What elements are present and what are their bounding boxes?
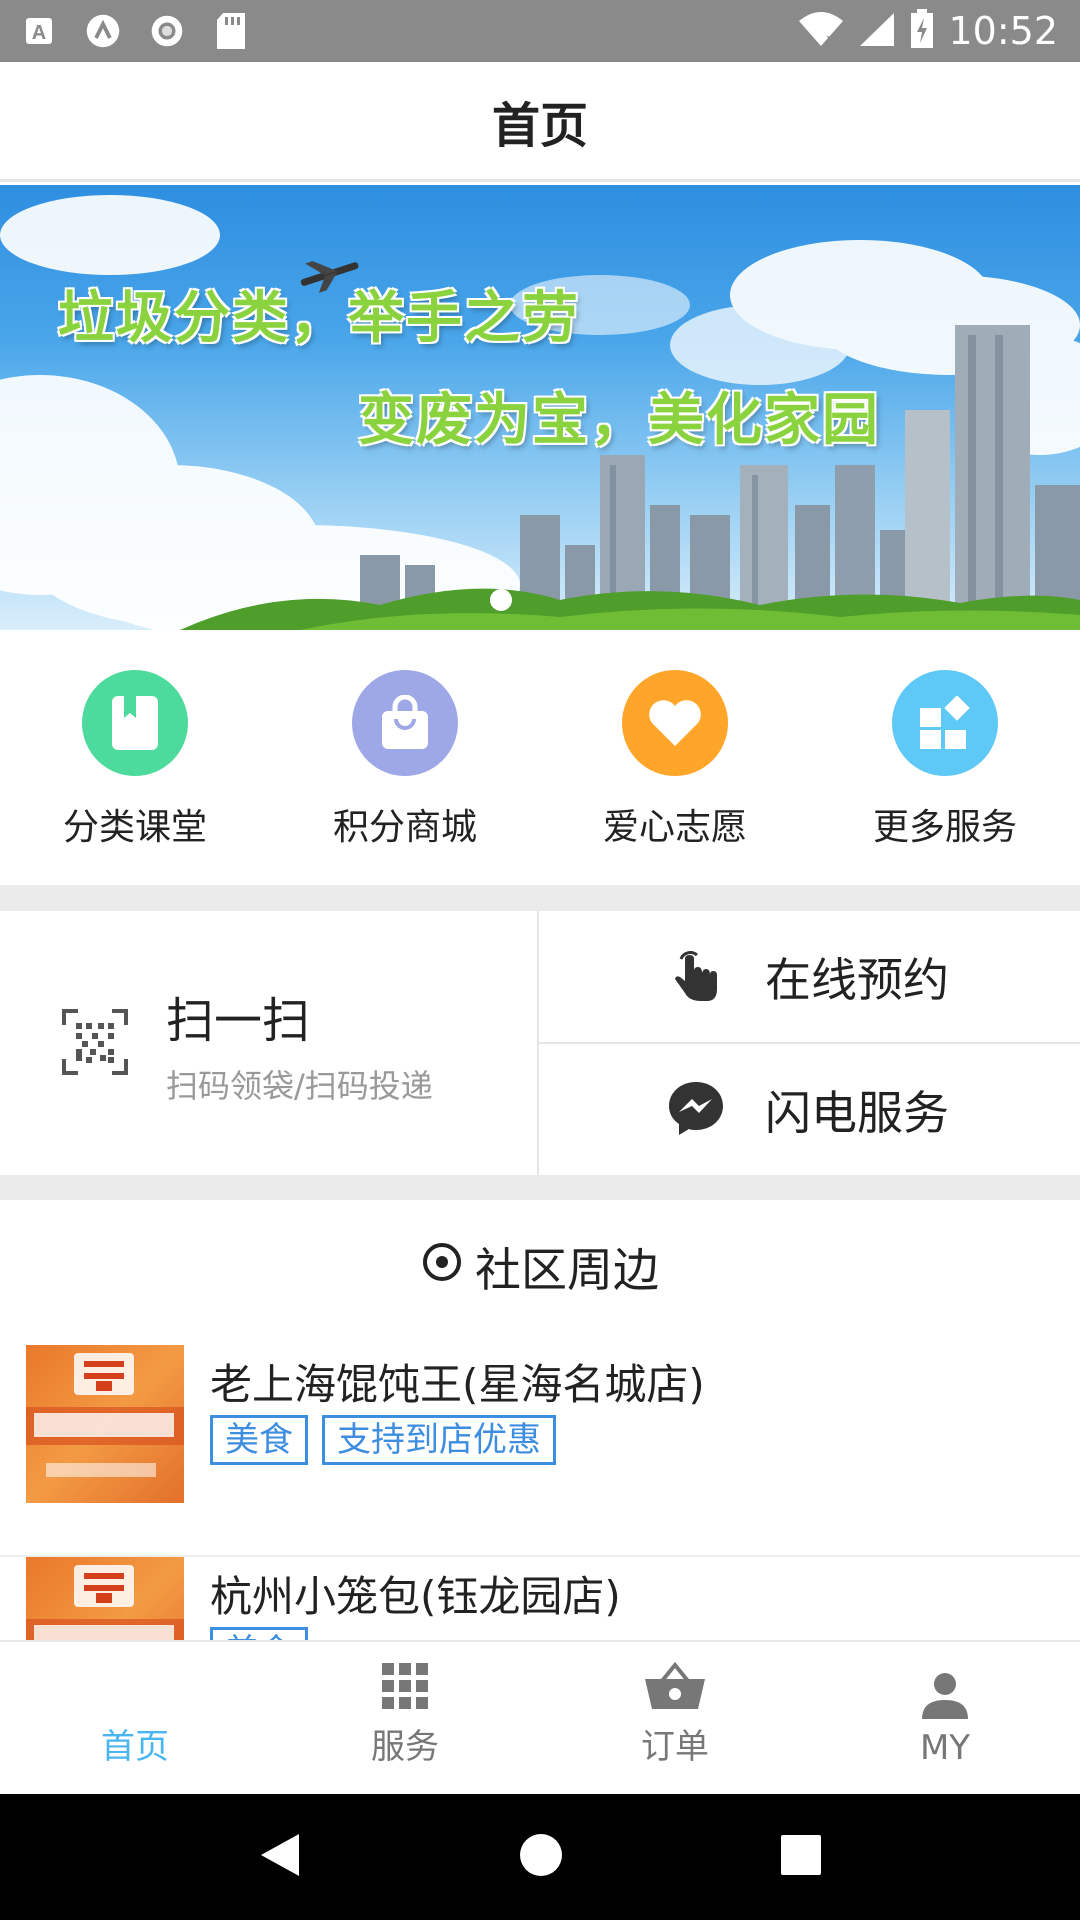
shop-item[interactable]: 老上海馄饨王(星海名城店) 美食 支持到店优惠	[0, 1345, 1080, 1557]
online-booking-label: 在线预约	[765, 952, 949, 1007]
tab-label: MY	[919, 1728, 971, 1768]
grid-icon	[380, 1661, 430, 1715]
touch-icon	[667, 945, 727, 1009]
battery-icon	[910, 9, 934, 53]
shop-thumbnail	[26, 1345, 184, 1503]
back-icon[interactable]	[259, 1832, 301, 1882]
flash-service-button[interactable]: 闪电服务	[539, 1042, 1080, 1175]
qr-code-icon	[62, 1009, 128, 1079]
quick-menu: 分类课堂 积分商城 爱心志愿 更多服务	[0, 630, 1080, 885]
community-title: 社区周边	[475, 1243, 659, 1297]
tab-label: 首页	[101, 1727, 169, 1767]
quick-item-label: 积分商城	[332, 807, 477, 848]
recents-icon[interactable]	[781, 1835, 821, 1879]
action-panel: 扫一扫 扫码领袋/扫码投递 在线预约 闪电服务	[0, 911, 1080, 1175]
banner-headline-1: 垃圾分类，举手之劳	[58, 286, 580, 351]
community-section: 社区周边 老上海馄饨王(星海名城店) 美食 支持到店优惠 杭州小笼包(钰龙园店)	[0, 1200, 1080, 1640]
status-bar: A x 10:52	[0, 0, 1080, 62]
messenger-icon	[667, 1080, 725, 1140]
quick-item-volunteer[interactable]: 爱心志愿	[540, 630, 810, 885]
quick-item-points-mall[interactable]: 积分商城	[270, 630, 540, 885]
heart-icon	[622, 670, 728, 776]
apps-icon	[892, 670, 998, 776]
status-time: 10:52	[948, 9, 1058, 53]
basket-icon	[644, 1661, 706, 1715]
shop-thumbnail	[26, 1557, 184, 1640]
shop-name: 老上海馄饨王(星海名城店)	[210, 1360, 705, 1409]
home-circle-icon[interactable]	[519, 1833, 563, 1881]
section-divider	[0, 1175, 1080, 1201]
shop-tags: 美食	[210, 1627, 308, 1640]
shop-name: 杭州小笼包(钰龙园店)	[210, 1572, 621, 1621]
record-icon	[150, 14, 184, 48]
shop-tag: 支持到店优惠	[322, 1415, 556, 1465]
tab-my[interactable]: MY	[810, 1642, 1080, 1794]
section-divider	[0, 885, 1080, 911]
app-header: 首页	[0, 62, 1080, 182]
location-pin-icon	[421, 1240, 463, 1294]
svg-text:x: x	[826, 30, 835, 47]
system-nav-bar	[0, 1794, 1080, 1920]
quick-item-label: 更多服务	[872, 807, 1017, 848]
signal-icon	[858, 11, 896, 51]
quick-item-label: 爱心志愿	[602, 807, 747, 848]
quick-item-label: 分类课堂	[62, 807, 207, 848]
bottom-tab-bar: 首页 服务 订单 MY	[0, 1640, 1080, 1794]
a-icon: A	[22, 14, 56, 48]
carousel-indicator[interactable]	[490, 589, 512, 611]
banner-headline-2: 变废为宝，美化家园	[358, 388, 880, 453]
page-title: 首页	[491, 97, 588, 154]
tab-home[interactable]: 首页	[0, 1642, 270, 1794]
svg-text:A: A	[32, 22, 46, 44]
wifi-icon: x	[798, 11, 844, 51]
shop-tag: 美食	[210, 1415, 308, 1465]
quick-item-more-services[interactable]: 更多服务	[810, 630, 1080, 885]
tab-label: 服务	[371, 1727, 439, 1767]
tab-label: 订单	[641, 1727, 709, 1767]
scan-button[interactable]: 扫一扫 扫码领袋/扫码投递	[0, 911, 539, 1175]
person-icon	[920, 1672, 970, 1724]
shopping-bag-icon	[352, 670, 458, 776]
shop-item[interactable]: 杭州小笼包(钰龙园店) 美食	[0, 1557, 1080, 1640]
shop-tag: 美食	[210, 1627, 308, 1640]
tab-services[interactable]: 服务	[270, 1642, 540, 1794]
sd-card-icon	[214, 13, 248, 49]
community-header: 社区周边	[0, 1234, 1080, 1300]
lambda-icon	[86, 14, 120, 48]
shop-tags: 美食 支持到店优惠	[210, 1415, 556, 1465]
online-booking-button[interactable]: 在线预约	[539, 911, 1080, 1042]
quick-item-classroom[interactable]: 分类课堂	[0, 630, 270, 885]
flash-service-label: 闪电服务	[765, 1085, 949, 1140]
book-icon	[82, 670, 188, 776]
scan-title: 扫一扫	[166, 993, 311, 1049]
tab-orders[interactable]: 订单	[540, 1642, 810, 1794]
banner-carousel[interactable]: 垃圾分类，举手之劳 变废为宝，美化家园	[0, 185, 1080, 630]
scan-subtitle: 扫码领袋/扫码投递	[166, 1067, 433, 1105]
